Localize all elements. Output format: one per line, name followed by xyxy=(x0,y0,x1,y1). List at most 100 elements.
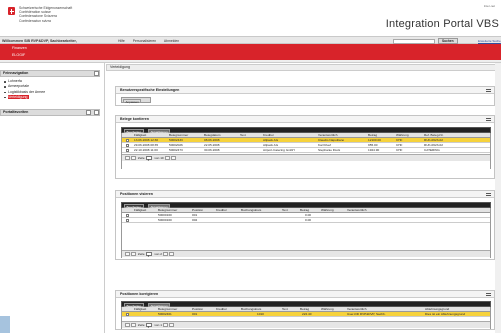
cell: Karl Ruef xyxy=(318,143,331,147)
korrigieren-panel-title: Positionen korrigieren xyxy=(120,292,159,296)
pager-row-input[interactable]: 1 xyxy=(146,156,153,162)
col-buchungskreis[interactable]: Buchungskreis xyxy=(241,208,261,213)
col-buchungskreis[interactable]: Buchungskreis xyxy=(241,307,261,312)
row-select-checkbox[interactable] xyxy=(126,313,129,316)
col-faelligkeit[interactable]: Fälligkeit xyxy=(134,133,146,138)
right-scroll-area[interactable] xyxy=(495,63,501,333)
settings-toolbar: Anpassen xyxy=(121,97,151,104)
col-text[interactable]: Text xyxy=(282,208,288,213)
pager-label: Zeile xyxy=(137,323,145,327)
nav-minimize-icon[interactable] xyxy=(94,71,99,76)
last-page-icon[interactable] xyxy=(168,252,174,257)
next-page-icon[interactable] xyxy=(164,156,170,161)
col-waehrung[interactable]: Währung xyxy=(321,307,334,312)
extended-search-link[interactable]: Erweiterte Suche xyxy=(478,39,501,43)
last-page-icon[interactable] xyxy=(168,323,174,328)
col-faelligkeit[interactable]: Fälligkeit xyxy=(134,307,146,312)
prev-page-icon[interactable] xyxy=(131,252,136,257)
first-page-icon[interactable] xyxy=(125,252,130,257)
next-page-icon[interactable] xyxy=(162,252,168,257)
settings-panel: Benutzerspezifische Einstellungen Anpass… xyxy=(115,86,495,106)
row-select-checkbox[interactable] xyxy=(126,149,129,152)
col-betrag[interactable]: Betrag xyxy=(300,208,309,213)
menu-help[interactable]: Hilfe xyxy=(118,39,125,43)
col-belegnummer[interactable]: Belegnummer xyxy=(158,208,177,213)
feinnavigation-title: Feinnavigation xyxy=(3,71,29,75)
top-navigation: Finanzen ELOGIF xyxy=(0,44,501,60)
col-betrag[interactable]: Betrag xyxy=(300,307,309,312)
settings-minimize-icon[interactable] xyxy=(486,89,491,92)
col-kreditor[interactable]: Kreditor xyxy=(216,307,227,312)
korrigieren-minimize-icon[interactable] xyxy=(486,293,491,296)
col-belegdatum[interactable]: Belegdatum xyxy=(204,133,221,138)
cell: 30.06.2008 xyxy=(204,148,220,152)
visieren-row-2[interactable]: 50000160 002 0.00 xyxy=(122,218,490,223)
col-position[interactable]: Position xyxy=(192,208,203,213)
cell: 0.00 xyxy=(305,218,312,222)
anpassen-button[interactable]: Anpassen xyxy=(123,98,142,104)
col-text[interactable]: Text xyxy=(240,133,246,138)
visieren-edit-button[interactable]: Bearbeiten xyxy=(124,203,144,209)
col-kreditor[interactable]: Kreditor xyxy=(216,208,227,213)
prev-page-icon[interactable] xyxy=(131,156,136,161)
cell: 22.05.2008 xyxy=(204,143,220,147)
korrigieren-pager: Zeile 1 von 1 xyxy=(122,321,490,329)
belege-refresh-button[interactable]: Aktualisieren xyxy=(148,128,171,134)
prev-page-icon[interactable] xyxy=(131,323,136,328)
pager-label: Zeile xyxy=(137,252,145,256)
confederation-text: Schweizerische Eidgenossenschaft Confédé… xyxy=(19,6,72,23)
col-verantwortlich[interactable]: Verantwortlich xyxy=(318,133,337,138)
col-verantwortlich[interactable]: Verantwortlich xyxy=(347,208,366,213)
visieren-refresh-button[interactable]: Aktualisieren xyxy=(148,203,171,209)
pager-row-input[interactable]: 1 xyxy=(146,252,153,258)
menu-personalize[interactable]: Personalisieren xyxy=(133,39,156,43)
cell: 50002026 xyxy=(169,143,183,147)
korrigieren-edit-button[interactable]: Bearbeiten xyxy=(124,302,144,308)
tab-elogif[interactable]: ELOGIF xyxy=(12,53,25,57)
cell: 50000160 xyxy=(158,213,172,217)
col-kreditor[interactable]: Kreditor xyxy=(263,133,274,138)
next-page-icon[interactable] xyxy=(162,323,168,328)
col-waehrung[interactable]: Währung xyxy=(321,208,334,213)
cell: 50002473 xyxy=(169,148,183,152)
belege-minimize-icon[interactable] xyxy=(486,118,491,121)
pager-row-input[interactable]: 1 xyxy=(146,323,153,329)
visieren-minimize-icon[interactable] xyxy=(486,193,491,196)
visieren-panel: Positionen visieren Bearbeiten Aktualisi… xyxy=(115,190,495,260)
top-links[interactable]: Inter-net xyxy=(484,4,495,8)
first-page-icon[interactable] xyxy=(125,156,130,161)
korrigieren-row-1[interactable]: 50002461 001 1010 222.40 User-DD RVP&DVP… xyxy=(122,312,490,317)
col-belegnummer[interactable]: Belegnummer xyxy=(169,133,188,138)
favorites-edit-icon[interactable] xyxy=(86,110,91,115)
col-verantwortlich[interactable]: Verantwortlich xyxy=(347,307,366,312)
korrigieren-table: Fälligkeit Belegnummer Position Kreditor… xyxy=(121,307,491,329)
nav-item-verteidigung[interactable]: Verteidigung xyxy=(4,94,45,100)
cell: 08.06.2008 xyxy=(204,138,220,142)
search-input[interactable] xyxy=(393,38,435,44)
col-ablehnungsgrund[interactable]: Ablehnungsgrund xyxy=(425,307,449,312)
last-page-icon[interactable] xyxy=(170,156,176,161)
first-page-icon[interactable] xyxy=(125,323,130,328)
cell: 29.06.2008 08:35 xyxy=(134,143,159,147)
cell: RUK-0623-02 xyxy=(424,143,443,147)
favorites-minimize-icon[interactable] xyxy=(94,110,99,115)
row-select-checkbox[interactable] xyxy=(126,219,129,222)
belege-edit-button[interactable]: Bearbeiten xyxy=(124,128,144,134)
col-faelligkeit[interactable]: Fälligkeit xyxy=(134,208,146,213)
col-ref-beleg[interactable]: Ref. Beleg-Nr. xyxy=(424,133,443,138)
col-betrag[interactable]: Betrag xyxy=(368,133,377,138)
col-waehrung[interactable]: Währung xyxy=(396,133,409,138)
tab-finanzen[interactable]: Finanzen xyxy=(12,46,27,50)
col-belegnummer[interactable]: Belegnummer xyxy=(158,307,177,312)
col-position[interactable]: Position xyxy=(192,307,203,312)
korrigieren-refresh-button[interactable]: Aktualisieren xyxy=(148,302,171,308)
menu-logout[interactable]: Abmelden xyxy=(164,39,179,43)
row-select-checkbox[interactable] xyxy=(126,144,129,147)
belege-row-3[interactable]: 22.10.2008 11:00 50002473 30.06.2008 Air… xyxy=(122,148,490,153)
cell: Claudio Napolitano xyxy=(318,138,345,142)
cell: Dies ist ein Ablehnungsgrund xyxy=(425,312,466,316)
cell: 955.00 xyxy=(368,143,378,147)
row-select-checkbox[interactable] xyxy=(126,214,129,217)
col-text[interactable]: Text xyxy=(282,307,288,312)
row-select-checkbox[interactable] xyxy=(126,139,129,142)
